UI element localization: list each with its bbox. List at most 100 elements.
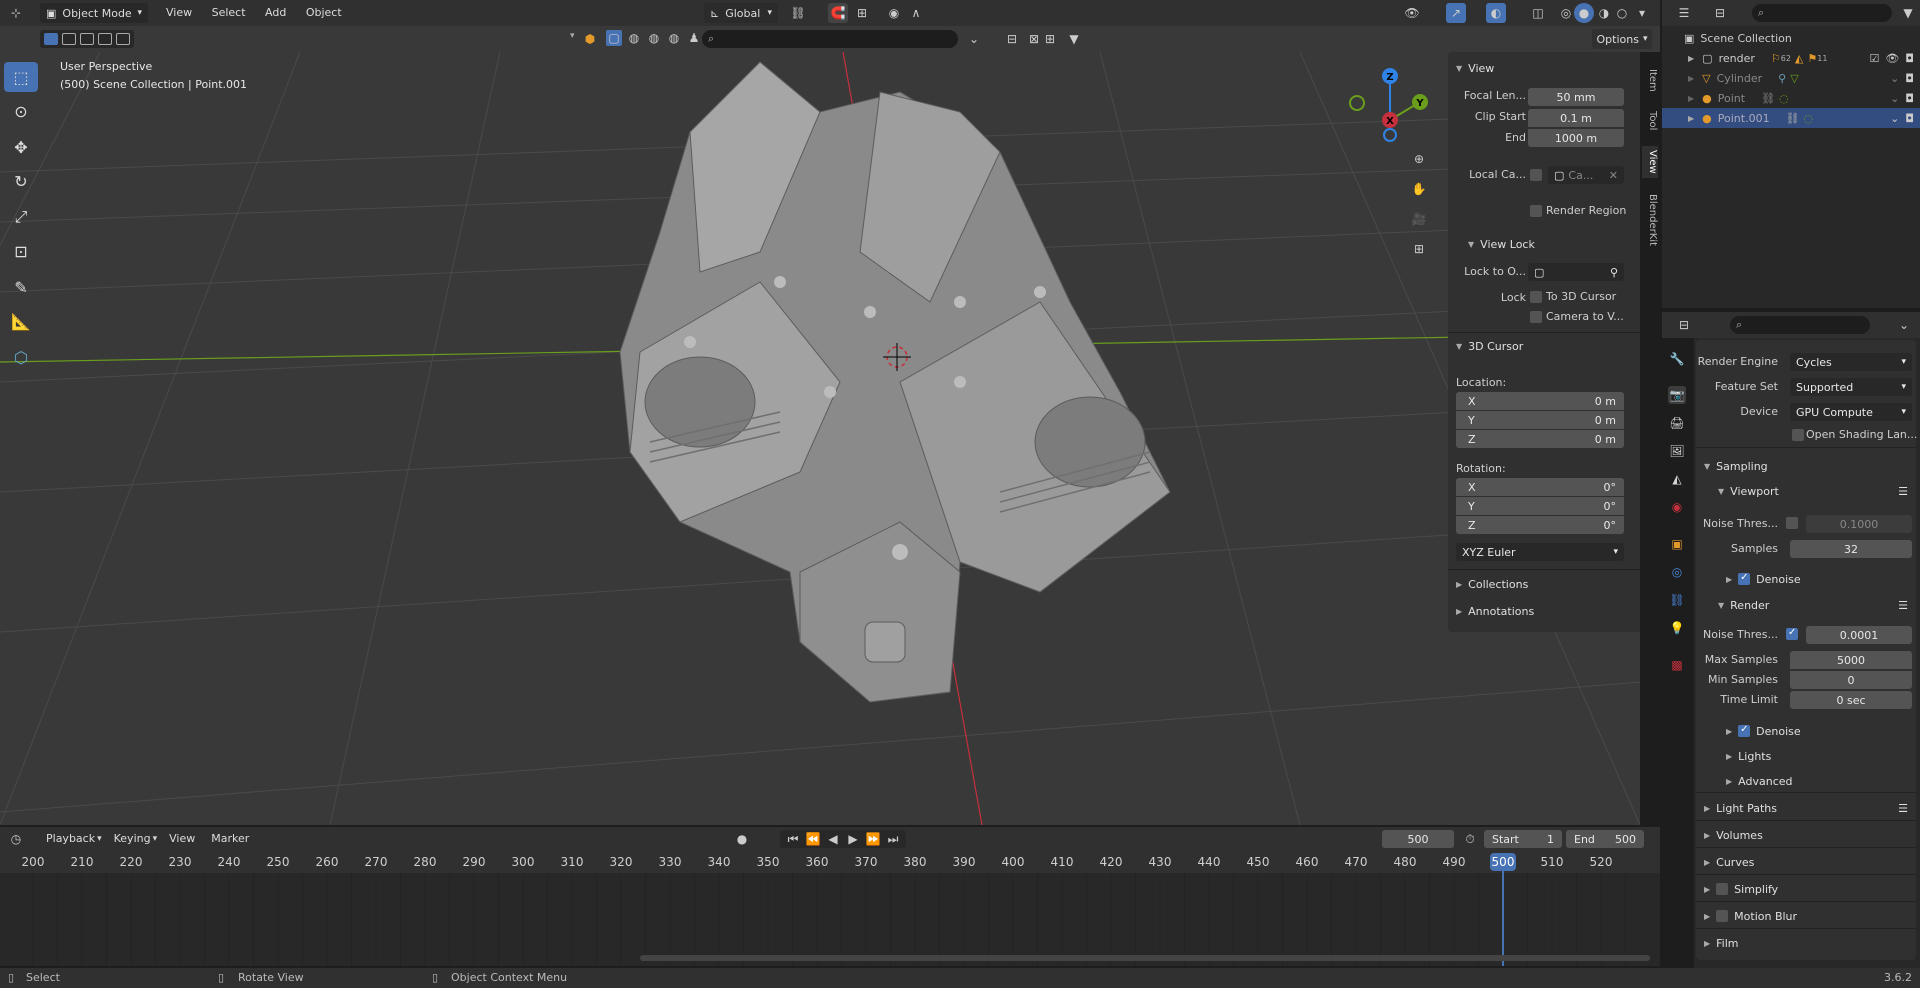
pivot-icon[interactable]: ⛓	[788, 3, 808, 23]
falloff-icon[interactable]: ∧	[906, 3, 926, 23]
simplify-checkbox[interactable]	[1716, 883, 1729, 895]
outliner-root[interactable]: ▣ Scene Collection	[1662, 28, 1920, 48]
menu-keying[interactable]: Keying	[106, 828, 159, 850]
object-types-icon[interactable]: ⬢	[580, 29, 600, 49]
close-icon[interactable]: ✕	[1609, 169, 1618, 182]
proportional-edit-icon[interactable]: ◉	[884, 3, 904, 23]
editor-type-icon[interactable]: ⊹	[6, 3, 26, 23]
light-paths-header[interactable]: ▶ Light Paths ☰	[1704, 798, 1908, 818]
select-subtract-icon[interactable]	[80, 33, 94, 45]
timeline-scrollbar[interactable]	[640, 955, 1650, 961]
lock-3d-cursor-checkbox[interactable]	[1530, 291, 1542, 303]
cursor-rotation-y[interactable]: Y 0°	[1456, 497, 1624, 515]
list-icon[interactable]: ☰	[1898, 599, 1908, 612]
motion-blur-header[interactable]: ▶ Motion Blur	[1704, 906, 1797, 926]
ortho-grid-icon[interactable]: ⊞	[1407, 237, 1431, 261]
view-section-header[interactable]: ▼ View	[1456, 58, 1494, 78]
scene-tab-icon[interactable]: ◭	[1668, 470, 1686, 488]
tab-item[interactable]: Item	[1642, 64, 1658, 96]
gizmo-icon[interactable]: ↗	[1446, 3, 1466, 23]
outliner-editor-icon[interactable]: ☰	[1674, 3, 1694, 23]
overlay-icon[interactable]: ◐	[1486, 3, 1506, 23]
render-camera-icon[interactable]: ◘	[1905, 52, 1914, 65]
navigation-gizmo[interactable]: Z Y X	[1349, 68, 1428, 142]
viewport-noise-checkbox[interactable]	[1786, 517, 1798, 529]
feature-set-dropdown[interactable]: Supported ▾	[1790, 378, 1912, 396]
filter-dropdown-icon[interactable]: ⌄	[964, 29, 984, 49]
menu-select[interactable]: Select	[204, 2, 254, 24]
current-frame-field[interactable]: 500	[1382, 830, 1454, 848]
snap-target-icon[interactable]: ⊞	[852, 3, 872, 23]
render-sampling-header[interactable]: ▼ Render ☰	[1718, 595, 1908, 615]
cursor-location-z[interactable]: Z 0 m	[1456, 430, 1624, 448]
jump-start-icon[interactable]: ⏮	[784, 830, 802, 848]
filter-meta-icon[interactable]: ◍	[666, 30, 682, 46]
properties-search[interactable]: ⌕	[1730, 316, 1870, 334]
render-noise-field[interactable]: 0.0001	[1806, 626, 1912, 644]
lights-header[interactable]: ▶ Lights	[1726, 746, 1771, 766]
viewport-sampling-header[interactable]: ▼ Viewport ☰	[1718, 481, 1908, 501]
outliner-item-point[interactable]: ▶ ● Point ⛓ ◌ ⌄ ◘	[1662, 88, 1920, 108]
outliner-item-cylinder[interactable]: ▶ ▽ Cylinder ⚲ ▽ ⌄ ◘	[1662, 68, 1920, 88]
eye-closed-icon[interactable]: ⌄	[1890, 72, 1899, 85]
volumes-header[interactable]: ▶ Volumes	[1704, 825, 1763, 845]
transform-tool-icon[interactable]: ⊡	[4, 236, 38, 266]
outliner-item-render[interactable]: ▶ ▢ render ⚐ 62 ◭ ⚑ 11 ☑ 👁 ◘	[1662, 48, 1920, 68]
annotate-tool-icon[interactable]: ✎	[4, 272, 38, 302]
render-camera-icon[interactable]: ◘	[1905, 72, 1914, 85]
sampling-header[interactable]: ▼ Sampling	[1704, 456, 1768, 476]
outliner-search[interactable]: ⌕	[1752, 4, 1892, 22]
3d-cursor-header[interactable]: ▼ 3D Cursor	[1456, 336, 1523, 356]
render-tab-icon[interactable]: 📷	[1668, 386, 1686, 404]
menu-object[interactable]: Object	[298, 2, 350, 24]
camera-view-icon[interactable]: 🎥	[1407, 207, 1431, 231]
eye-icon[interactable]: 👁	[1885, 52, 1899, 65]
select-intersect-icon[interactable]	[116, 33, 130, 45]
select-box-tool-icon[interactable]: ⬚	[4, 62, 38, 92]
world-tab-icon[interactable]: ◉	[1668, 498, 1686, 516]
advanced-header[interactable]: ▶ Advanced	[1726, 771, 1793, 791]
render-noise-checkbox[interactable]	[1786, 627, 1798, 640]
view-layer-tab-icon[interactable]: 🖼	[1668, 442, 1686, 460]
simplify-header[interactable]: ▶ Simplify	[1704, 879, 1778, 899]
add-cube-tool-icon[interactable]: ⬡	[4, 342, 38, 372]
view-lock-header[interactable]: ▼ View Lock	[1468, 234, 1535, 254]
eye-closed-icon[interactable]: ⌄	[1890, 112, 1899, 125]
wireframe-shading-icon[interactable]: ◎	[1556, 3, 1576, 23]
checkbox-icon[interactable]: ☑	[1869, 52, 1879, 65]
orientation-dropdown[interactable]: ⊾ Global ▾	[704, 3, 778, 23]
menu-playback[interactable]: Playback	[38, 828, 103, 850]
material-shading-icon[interactable]: ◑	[1594, 3, 1614, 23]
rendered-shading-icon[interactable]: ○	[1612, 3, 1632, 23]
tab-blenderkit[interactable]: BlenderKit	[1642, 190, 1658, 250]
chevron-down-icon[interactable]: ⌄	[1894, 315, 1914, 335]
physics-tab-icon[interactable]: ◎	[1668, 563, 1686, 581]
play-icon[interactable]: ▶	[844, 830, 862, 848]
solid-shading-icon[interactable]: ●	[1574, 3, 1594, 23]
select-extend-icon[interactable]	[62, 33, 76, 45]
options-button[interactable]: Options ▾	[1592, 29, 1652, 49]
render-region-checkbox[interactable]	[1530, 205, 1542, 217]
end-frame-field[interactable]: End 500	[1566, 830, 1644, 848]
clock-icon[interactable]: ◷	[6, 829, 26, 849]
device-dropdown[interactable]: GPU Compute ▾	[1790, 403, 1912, 421]
open-shading-checkbox[interactable]	[1792, 429, 1804, 441]
object-tab-icon[interactable]: ▣	[1668, 535, 1686, 553]
select-new-icon[interactable]	[44, 33, 58, 45]
filter-mesh-icon[interactable]: ▢	[606, 30, 622, 46]
rotate-tool-icon[interactable]: ↻	[4, 166, 38, 196]
list-icon[interactable]: ☰	[1898, 802, 1908, 815]
list-icon[interactable]: ☰	[1898, 485, 1908, 498]
film-header[interactable]: ▶ Film	[1704, 933, 1739, 953]
focal-length-field[interactable]: 50 mm	[1528, 88, 1624, 106]
properties-editor-icon[interactable]: ⊟	[1674, 315, 1694, 335]
filter-icon[interactable]: ▼	[1064, 29, 1084, 49]
lock-to-object-field[interactable]: ▢ ⚲	[1528, 263, 1624, 281]
filter-text-icon[interactable]: ♟	[686, 30, 702, 46]
next-keyframe-icon[interactable]: ⏩	[864, 830, 882, 848]
display-mode-icon[interactable]: ⊟	[1710, 3, 1730, 23]
view-layer-icon[interactable]: ⊟	[1002, 29, 1022, 49]
texture-tab-icon[interactable]: ▩	[1668, 656, 1686, 674]
tool-tab-icon[interactable]: 🔧	[1668, 350, 1686, 368]
eye-closed-icon[interactable]: ⌄	[1890, 92, 1899, 105]
